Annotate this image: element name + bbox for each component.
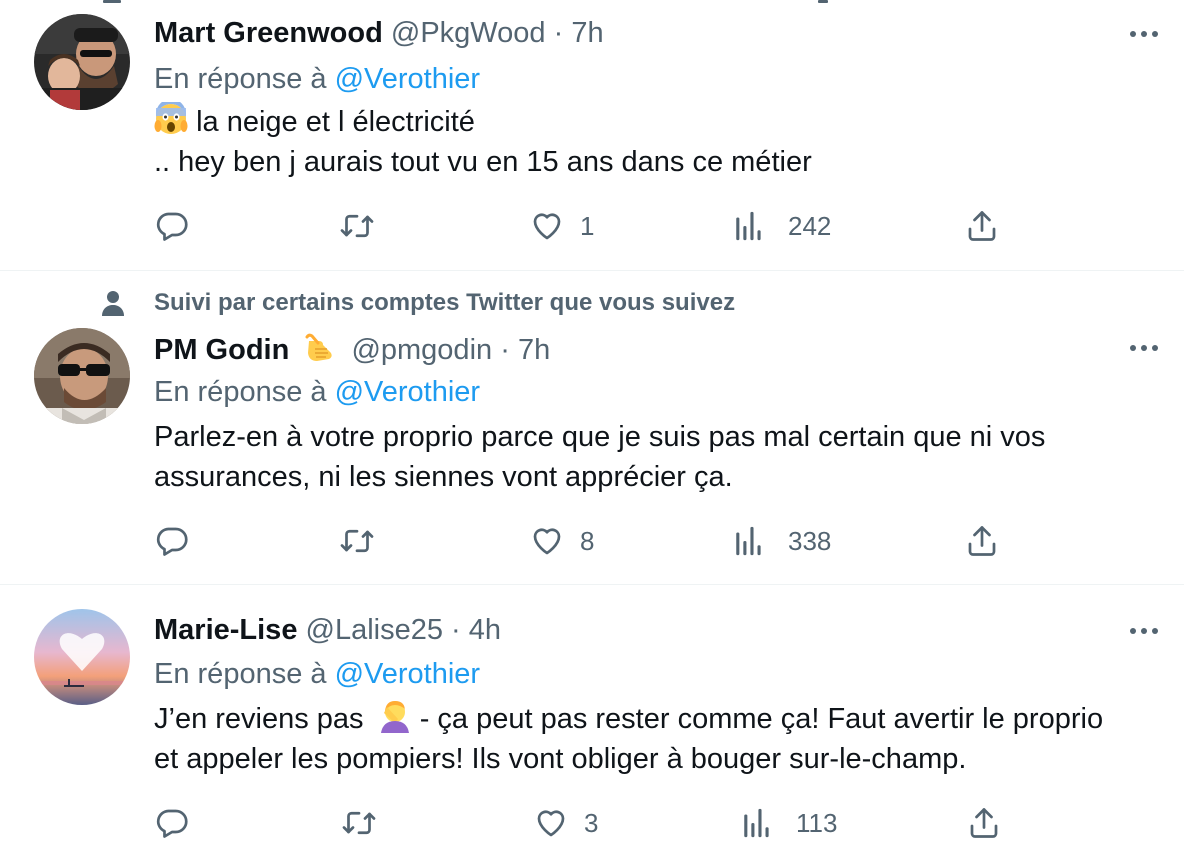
separator: · [500, 334, 510, 366]
retweet-button[interactable] [338, 206, 376, 246]
tweet-text-part-2: - ça peut pas rester comme ça! Faut aver… [419, 703, 1104, 735]
reply-prefix: En réponse à [154, 63, 327, 95]
like-button[interactable]: 1 [528, 206, 594, 246]
like-button[interactable]: 8 [528, 521, 594, 561]
tweet-text-line: J’en reviens pas - ça peut pas rester co… [154, 699, 1103, 744]
person-icon [102, 291, 124, 316]
tweet-text-part-1: J’en reviens pas [154, 703, 364, 735]
share-button[interactable] [966, 803, 1002, 843]
tweet-3[interactable]: Marie-Lise @Lalise25 · 4h En réponse à @… [0, 585, 1184, 862]
reply-mention[interactable]: @Verothier [335, 63, 481, 95]
social-context-text: Suivi par certains comptes Twitter que v… [154, 289, 736, 316]
views-icon [744, 808, 769, 838]
like-count: 1 [580, 210, 595, 241]
retweet-icon [340, 214, 374, 238]
separator: · [553, 17, 564, 49]
tweet-text-line: Parlez-en à votre proprio parce que je s… [154, 421, 1046, 453]
tweet-1[interactable]: Mart Greenwood @PkgWood · 7h En réponse … [0, 0, 1184, 270]
more-options-button[interactable] [1126, 28, 1162, 40]
more-options-button[interactable] [1126, 625, 1162, 637]
author-handle[interactable]: @PkgWood [391, 17, 546, 49]
views-button[interactable]: 338 [734, 521, 831, 561]
tweet-actions: 1 242 [154, 206, 1034, 246]
tweet-header: PM Godin @pmgodin · 7h [154, 331, 1154, 373]
reply-context: En réponse à @Verothier [154, 657, 480, 691]
like-count: 8 [580, 525, 595, 556]
avatar[interactable] [34, 609, 130, 705]
views-count: 113 [796, 807, 838, 838]
views-icon [736, 211, 761, 241]
reply-prefix: En réponse à [154, 376, 327, 408]
retweet-button[interactable] [340, 803, 378, 843]
like-count: 3 [584, 807, 599, 838]
reply-button[interactable] [154, 521, 190, 561]
reply-icon [156, 809, 188, 838]
tweet-2[interactable]: Suivi par certains comptes Twitter que v… [0, 271, 1184, 584]
retweet-button[interactable] [338, 521, 376, 561]
views-button[interactable]: 113 [742, 803, 837, 843]
reply-mention[interactable]: @Verothier [335, 376, 481, 408]
tweet-text-line: la neige et l électricité [154, 99, 475, 147]
more-icon [1130, 628, 1136, 634]
more-icon [1130, 345, 1136, 351]
more-icon [1130, 31, 1136, 37]
timestamp[interactable]: 7h [571, 17, 603, 49]
reply-context: En réponse à @Verothier [154, 62, 480, 96]
reply-button[interactable] [154, 803, 190, 843]
author-name[interactable]: Mart Greenwood [154, 17, 383, 49]
author-handle[interactable]: @pmgodin [351, 334, 492, 366]
tweet-actions: 3 113 [154, 803, 1034, 843]
reply-prefix: En réponse à [154, 658, 327, 690]
author-handle[interactable]: @Lalise25 [306, 614, 443, 646]
views-count: 242 [788, 210, 832, 241]
heart-icon [533, 528, 561, 555]
timestamp[interactable]: 4h [469, 614, 501, 646]
views-button[interactable]: 242 [734, 206, 831, 246]
more-options-button[interactable] [1126, 342, 1162, 354]
separator: · [451, 614, 461, 646]
heart-icon [537, 810, 565, 837]
tweet-text: la neige et l électricité [196, 106, 475, 138]
author-name[interactable]: Marie-Lise [154, 614, 297, 646]
screaming-face-emoji [154, 99, 188, 147]
tweet-actions: 8 338 [154, 521, 1034, 561]
share-icon [968, 211, 996, 241]
tweet-text-line-2: et appeler les pompiers! Ils vont oblige… [154, 743, 967, 775]
share-icon [970, 808, 998, 838]
like-button[interactable]: 3 [532, 803, 598, 843]
heart-icon [533, 213, 561, 240]
views-count: 338 [788, 525, 832, 556]
share-icon [968, 526, 996, 556]
facepalm-emoji [378, 699, 412, 744]
reply-button[interactable] [154, 206, 190, 246]
tweet-header: Marie-Lise @Lalise25 · 4h [154, 613, 1154, 647]
avatar[interactable] [34, 14, 130, 110]
views-icon [736, 526, 761, 556]
avatar[interactable] [34, 328, 130, 424]
retweet-icon [340, 529, 374, 553]
author-name[interactable]: PM Godin [154, 334, 289, 366]
reply-mention[interactable]: @Verothier [335, 658, 481, 690]
share-button[interactable] [964, 521, 1000, 561]
tweet-header: Mart Greenwood @PkgWood · 7h [154, 16, 1154, 50]
retweet-icon [342, 811, 376, 835]
tweet-text-line-2: assurances, ni les siennes vont apprécie… [154, 461, 733, 493]
reply-icon [156, 527, 188, 556]
share-button[interactable] [964, 206, 1000, 246]
timestamp[interactable]: 7h [518, 334, 550, 366]
reply-icon [156, 212, 188, 241]
pointing-hand-emoji [303, 331, 337, 373]
reply-context: En réponse à @Verothier [154, 375, 480, 409]
social-context: Suivi par certains comptes Twitter que v… [100, 289, 735, 317]
tweet-text-line-2: .. hey ben j aurais tout vu en 15 ans da… [154, 146, 812, 178]
